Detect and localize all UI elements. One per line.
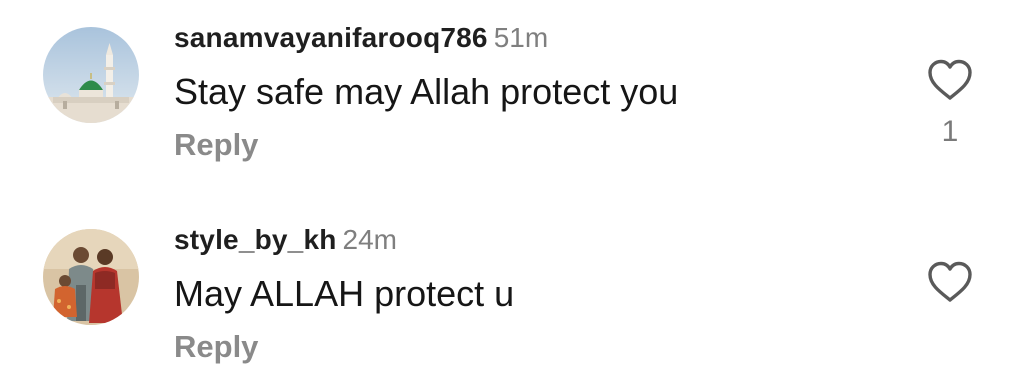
comment-item: style_by_kh 24m May ALLAH protect u Reply [0, 222, 1024, 392]
heart-outline-icon [928, 59, 972, 100]
reply-button[interactable]: Reply [174, 328, 258, 366]
avatar[interactable] [43, 27, 139, 123]
comment-item: sanamvayanifarooq786 51m Stay safe may Al… [0, 20, 1024, 190]
comment-meta: style_by_kh 24m [174, 222, 397, 258]
reply-button[interactable]: Reply [174, 126, 258, 164]
timestamp: 24m [342, 224, 397, 255]
username[interactable]: style_by_kh [174, 224, 337, 255]
like-count: 1 [941, 115, 959, 148]
username[interactable]: sanamvayanifarooq786 [174, 22, 488, 53]
family-portrait-icon [43, 229, 139, 325]
timestamp: 51m [493, 22, 549, 53]
heart-outline-icon [928, 261, 972, 302]
like-button[interactable] [926, 58, 974, 102]
like-button[interactable] [926, 260, 974, 304]
avatar[interactable] [43, 229, 139, 325]
comment-text: May ALLAH protect u [174, 273, 515, 314]
comment-text: Stay safe may Allah protect you [174, 71, 679, 112]
mosque-icon [43, 27, 139, 123]
comment-meta: sanamvayanifarooq786 51m [174, 20, 548, 56]
